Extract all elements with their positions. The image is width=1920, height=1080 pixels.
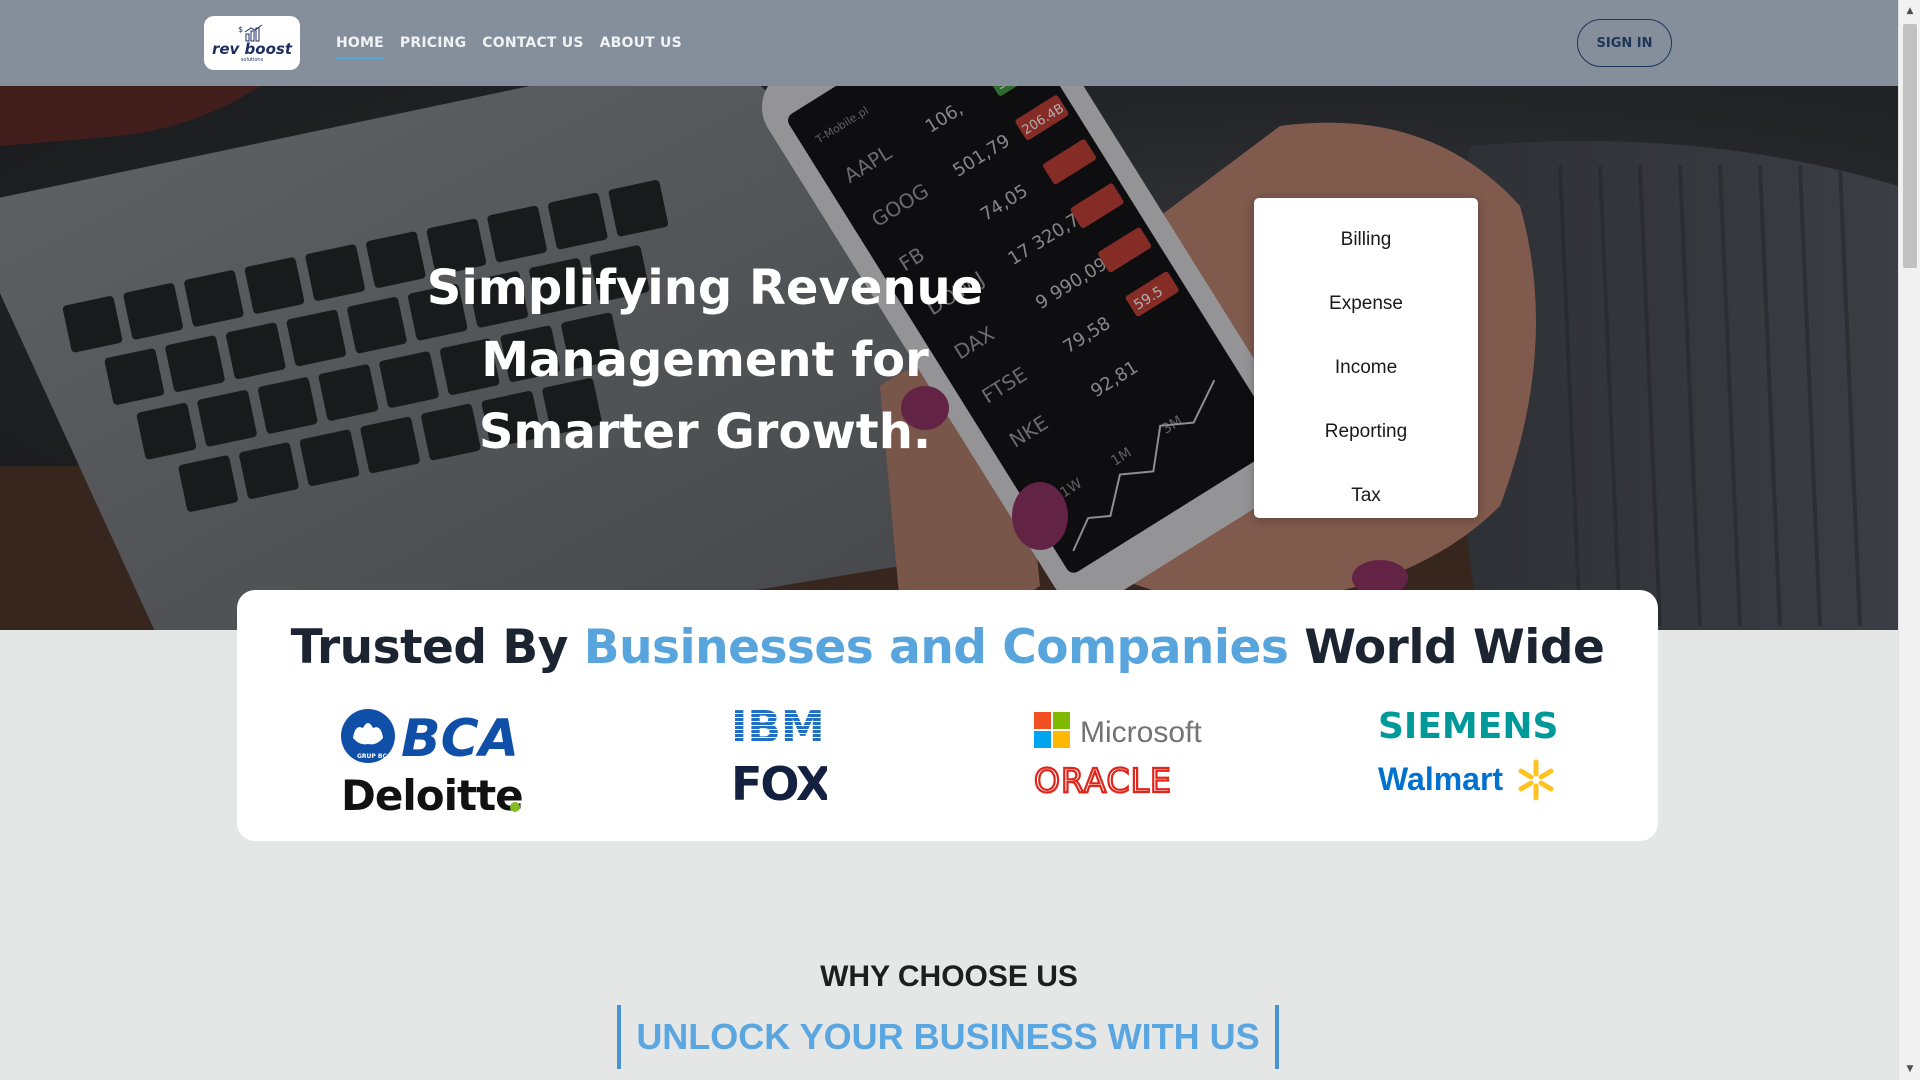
triangle-up-icon[interactable]: ▲	[1899, 2, 1920, 20]
hero-section: T-Mobile.pl AAPL GOOG FB DOW J DAX FTSE …	[0, 86, 1898, 630]
siemens-wordmark: SIEMENS	[1378, 706, 1558, 744]
logo-wordmark: rev boost	[211, 39, 293, 58]
deloitte-logo: Deloitte	[341, 770, 531, 820]
ibm-logo: IBM	[731, 702, 827, 753]
scrollbar-thumb[interactable]	[1903, 24, 1917, 268]
trusted-title-part1: Trusted By	[290, 620, 584, 675]
trusted-title-part2: World Wide	[1288, 620, 1605, 675]
ibm-wordmark: IBM	[731, 706, 825, 746]
hero-title: Simplifying Revenue Management for Smart…	[405, 252, 1005, 468]
logo-dollar-mark: $	[238, 25, 243, 34]
fox-wordmark: FOX	[731, 758, 827, 806]
main-nav: HOME PRICING CONTACT US ABOUT US	[336, 0, 682, 86]
navbar: $ rev boost solutions HOME PRICING CONTA…	[0, 0, 1898, 86]
services-dropdown-menu: Billing Expense Income Reporting Tax	[1254, 198, 1478, 518]
fox-logo: FOX	[731, 757, 833, 811]
dropdown-item-income[interactable]: Income	[1254, 336, 1478, 400]
trusted-title-highlight: Businesses and Companies	[583, 620, 1289, 675]
bca-wordmark: BCA	[401, 709, 519, 764]
trusted-by-card: Trusted By Businesses and Companies Worl…	[237, 590, 1658, 841]
trusted-by-heading: Trusted By Businesses and Companies Worl…	[237, 620, 1658, 675]
dropdown-item-reporting[interactable]: Reporting	[1254, 400, 1478, 464]
nav-pricing[interactable]: PRICING	[400, 35, 466, 51]
nav-contact-us[interactable]: CONTACT US	[482, 35, 583, 51]
triangle-down-icon[interactable]: ▼	[1899, 1060, 1920, 1078]
microsoft-logo: Microsoft	[1034, 710, 1214, 750]
walmart-wordmark: Walmart	[1378, 761, 1503, 797]
dropdown-item-tax[interactable]: Tax	[1254, 464, 1478, 528]
nav-home[interactable]: HOME	[336, 35, 384, 59]
unlock-headline: UNLOCK YOUR BUSINESS WITH US	[636, 1016, 1260, 1057]
oracle-wordmark: ORACLE	[1034, 762, 1172, 798]
hero-title-line: Simplifying Revenue	[426, 260, 984, 316]
dropdown-item-expense[interactable]: Expense	[1254, 272, 1478, 336]
oracle-logo: ORACLE	[1033, 760, 1214, 801]
bca-logo: GRUP BCA BCA	[341, 708, 521, 769]
chart-growth-icon: $	[238, 24, 263, 41]
hero-title-line: Management for	[481, 332, 929, 388]
logo-tagline: solutions	[240, 56, 264, 63]
page-scrollbar[interactable]: ▲ ▼	[1898, 0, 1920, 1080]
siemens-logo: SIEMENS	[1378, 704, 1558, 747]
walmart-logo: Walmart	[1378, 756, 1558, 802]
brand-logo[interactable]: $ rev boost solutions	[204, 16, 300, 70]
dropdown-item-billing[interactable]: Billing	[1254, 208, 1478, 272]
unlock-headline-frame: UNLOCK YOUR BUSINESS WITH US	[617, 1005, 1279, 1069]
sign-in-button[interactable]: SIGN IN	[1577, 19, 1672, 67]
deloitte-wordmark: Deloitte	[341, 771, 523, 820]
why-choose-us-label: WHY CHOOSE US	[820, 960, 1078, 993]
bca-sub-label: GRUP BCA	[357, 753, 392, 760]
microsoft-wordmark: Microsoft	[1080, 716, 1202, 749]
nav-about-us[interactable]: ABOUT US	[600, 35, 682, 51]
hero-title-line: Smarter Growth.	[478, 404, 932, 460]
